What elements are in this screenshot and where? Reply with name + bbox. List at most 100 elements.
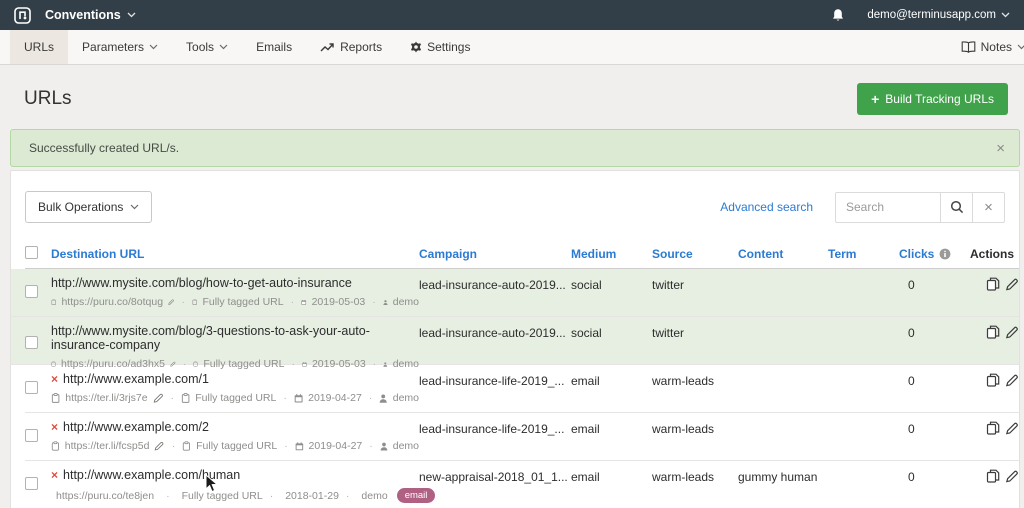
tab-parameters[interactable]: Parameters [68,30,172,64]
edit-pencil-icon[interactable] [1005,470,1019,483]
edit-pencil-icon [153,392,164,404]
copy-icon[interactable] [986,421,1000,435]
copy-icon[interactable] [986,373,1000,387]
chevron-down-icon [1017,44,1024,50]
edit-pencil-icon[interactable] [1005,278,1019,291]
edit-pencil-icon[interactable] [1005,374,1019,387]
term-cell [828,365,899,374]
copy-icon[interactable] [986,325,1000,339]
clipboard-icon [182,440,191,452]
destination-url-link[interactable]: http://www.mysite.com/blog/3-questions-t… [51,324,419,352]
person-icon [380,441,388,452]
invalid-icon: × [51,468,58,482]
row-checkbox[interactable] [25,477,38,490]
content-cell [738,413,828,422]
notifications-bell-icon[interactable] [831,8,845,23]
terminus-logo-icon[interactable] [14,7,31,24]
row-checkbox[interactable] [25,285,38,298]
row-checkbox[interactable] [25,429,38,442]
main-nav: URLs Parameters Tools Emails Reports Set… [0,30,1024,65]
clipboard-icon [51,392,60,404]
content-cell [738,269,828,278]
destination-url-link[interactable]: http://www.mysite.com/blog/how-to-get-au… [51,276,352,290]
chevron-down-icon [1001,12,1010,18]
destination-url-link[interactable]: http://www.example.com/1 [63,372,209,386]
source-cell: twitter [652,269,738,292]
copy-icon[interactable] [986,469,1000,483]
bulk-operations-button[interactable]: Bulk Operations [25,191,152,223]
copy-icon[interactable] [986,277,1000,291]
tab-urls[interactable]: URLs [10,30,68,64]
person-icon [383,297,388,308]
col-term[interactable]: Term [828,247,899,261]
search-icon [950,200,964,214]
edit-pencil-icon[interactable] [1005,422,1019,435]
clipboard-icon [192,296,197,308]
search-button[interactable] [941,192,973,223]
tag-status: Fully tagged URL [195,392,276,404]
tab-settings[interactable]: Settings [396,30,484,64]
edit-pencil-icon [168,296,174,308]
info-icon [939,248,951,260]
term-cell [828,461,899,470]
build-tracking-urls-button[interactable]: + Build Tracking URLs [857,83,1008,115]
campaign-cell: lead-insurance-life-2019_... [419,413,571,436]
advanced-search-link[interactable]: Advanced search [720,200,813,214]
chevron-down-icon [219,44,228,50]
tag-status: Fully tagged URL [182,490,263,502]
invalid-icon: × [51,372,58,386]
workspace-name: Conventions [45,8,121,22]
alert-close-icon[interactable]: × [996,141,1005,156]
col-campaign[interactable]: Campaign [419,247,571,261]
select-all-checkbox[interactable] [25,246,38,259]
col-destination-url[interactable]: Destination URL [51,247,419,261]
account-menu[interactable]: demo@terminusapp.com [867,9,1010,21]
clicks-cell: 0 [899,365,970,388]
table-row: × http://www.example.com/human https://p… [25,461,1019,508]
edit-pencil-icon [154,440,164,452]
medium-cell: email [571,413,652,436]
short-url[interactable]: https://ter.li/fcsp5d [65,440,150,452]
created-date: 2019-04-27 [308,392,362,404]
notes-menu[interactable]: Notes [951,30,1024,64]
content-cell [738,365,828,374]
created-date: 2018-01-29 [285,490,339,502]
clicks-cell: 0 [899,413,970,436]
tab-tools[interactable]: Tools [172,30,242,64]
chart-icon [320,42,335,53]
col-clicks[interactable]: Clicks [899,247,970,261]
col-source[interactable]: Source [652,247,738,261]
edit-pencil-icon[interactable] [1005,326,1019,339]
content-cell: gummy human [738,461,828,484]
short-url[interactable]: https://puru.co/te8jen [56,490,154,502]
col-content[interactable]: Content [738,247,828,261]
short-url[interactable]: https://ter.li/3rjs7e [65,392,147,404]
destination-url-link[interactable]: http://www.example.com/human [63,468,240,482]
created-by-user: demo [393,296,419,308]
source-cell: twitter [652,317,738,340]
clear-search-button[interactable]: × [973,192,1005,223]
short-url[interactable]: https://puru.co/8otqug [61,296,163,308]
content-cell [738,317,828,326]
row-checkbox[interactable] [25,336,38,349]
col-actions: Actions [970,247,1019,261]
label-badge[interactable]: email [397,488,436,503]
source-cell: warm-leads [652,413,738,436]
tag-status: Fully tagged URL [196,440,277,452]
tab-reports[interactable]: Reports [306,30,396,64]
page-header: URLs + Build Tracking URLs [0,65,1024,127]
created-by-user: demo [361,490,387,502]
close-icon: × [984,199,993,216]
search-input[interactable] [835,192,941,223]
tab-emails[interactable]: Emails [242,30,306,64]
clipboard-icon [51,296,56,308]
workspace-selector[interactable]: Conventions [45,8,136,22]
clicks-cell: 0 [899,317,970,340]
row-checkbox[interactable] [25,381,38,394]
medium-cell: email [571,461,652,484]
col-medium[interactable]: Medium [571,247,652,261]
clicks-cell: 0 [899,269,970,292]
destination-url-link[interactable]: http://www.example.com/2 [63,420,209,434]
term-cell [828,413,899,422]
row-actions [970,413,1024,435]
